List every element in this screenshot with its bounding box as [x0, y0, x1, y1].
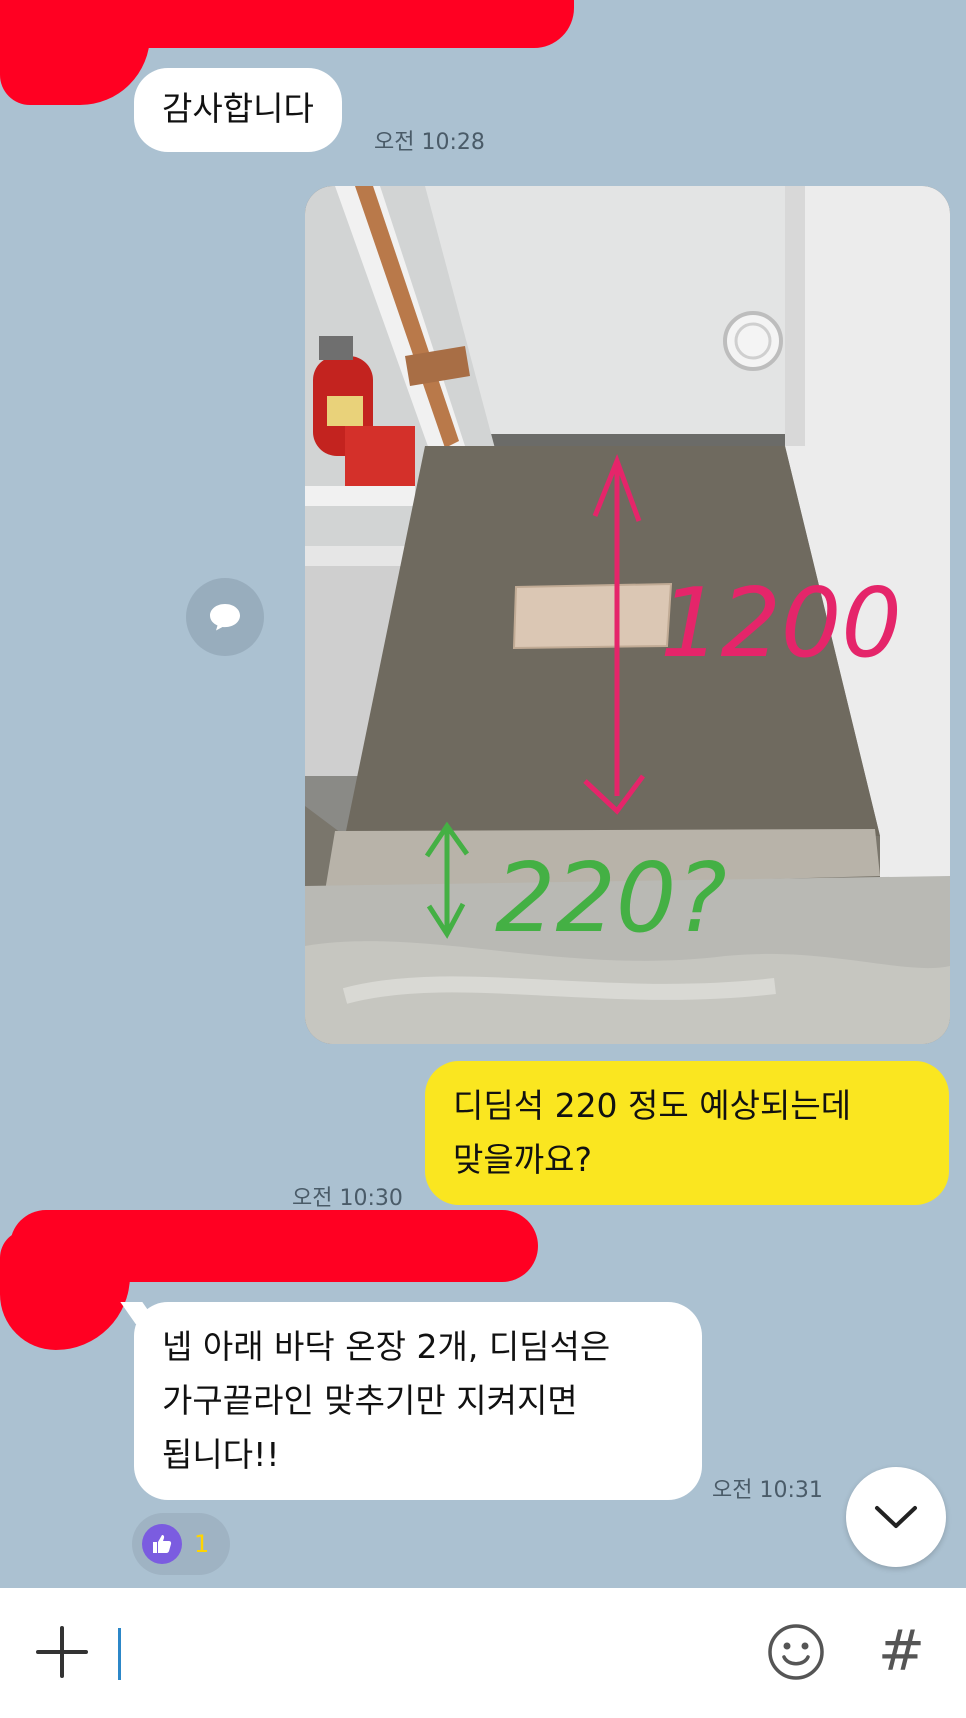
message-time: 오전 10:28: [374, 130, 485, 155]
photo-annotation-green: 220?: [495, 844, 727, 954]
photo-message[interactable]: 1200 220?: [305, 186, 950, 1044]
message-input-bar: #: [0, 1588, 966, 1718]
message-input[interactable]: [126, 1618, 726, 1688]
message-bubble-outgoing[interactable]: 디딤석 220 정도 예상되는데 맞을까요?: [425, 1061, 949, 1205]
speech-bubble-icon: [210, 604, 240, 631]
text-caret: [118, 1628, 121, 1680]
photo-annotation-red: 1200: [660, 569, 902, 679]
message-time: 오전 10:31: [712, 1478, 823, 1503]
smiley-icon: [768, 1624, 824, 1680]
emoji-button[interactable]: [766, 1622, 826, 1682]
hashtag-button[interactable]: #: [878, 1612, 925, 1692]
reaction-count: 1: [194, 1530, 210, 1558]
share-button[interactable]: [186, 578, 264, 656]
chat-area: 감사합니다 오전 10:28 1200 220? 디딤석 220 정도 예상되는…: [0, 0, 966, 1588]
attach-button[interactable]: [34, 1624, 90, 1680]
redacted-avatar: [0, 1230, 130, 1350]
reaction-chip[interactable]: 1: [132, 1513, 230, 1575]
message-bubble-incoming[interactable]: 넵 아래 바닥 온장 2개, 디딤석은 가구끝라인 맞추기만 지켜지면 됩니다!…: [134, 1302, 702, 1500]
redacted-avatar: [0, 10, 150, 105]
scroll-to-bottom-button[interactable]: [846, 1467, 946, 1567]
chevron-down-icon: [875, 1506, 917, 1528]
plus-icon: [36, 1626, 88, 1678]
message-time: 오전 10:30: [292, 1186, 403, 1211]
message-bubble-incoming[interactable]: 감사합니다: [134, 68, 342, 152]
thumbs-up-icon: [142, 1524, 182, 1564]
